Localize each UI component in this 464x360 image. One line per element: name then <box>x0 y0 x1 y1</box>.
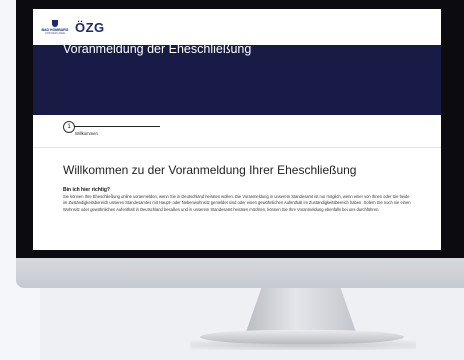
step-progress-line <box>74 126 160 127</box>
monitor-stand-base <box>200 330 404 344</box>
progress-stepper: 1 Willkommen <box>63 121 160 136</box>
device-mockup: BAD HOMBURG VOR DER HÖHE ÖZG Voranmeldun… <box>0 0 464 360</box>
ozg-logo[interactable]: ÖZG <box>75 20 105 35</box>
monitor-chin <box>16 258 464 288</box>
site-header: BAD HOMBURG VOR DER HÖHE ÖZG <box>33 9 441 45</box>
welcome-heading: Willkommen zu der Voranmeldung Ihrer Ehe… <box>63 163 357 177</box>
city-logo-subtitle: VOR DER HÖHE <box>44 31 66 35</box>
page-title: Voranmeldung der Eheschließung <box>63 42 252 56</box>
crest-icon <box>52 19 58 27</box>
step-label: Willkommen <box>75 131 98 136</box>
monitor-screen: BAD HOMBURG VOR DER HÖHE ÖZG Voranmeldun… <box>33 9 441 250</box>
monitor-stand-neck <box>246 288 356 332</box>
intro-paragraph: Sie können Ihre Eheschließung online vor… <box>63 194 411 212</box>
section-heading: Bin ich hier richtig? <box>63 187 110 193</box>
step-number[interactable]: 1 <box>63 121 75 133</box>
city-logo[interactable]: BAD HOMBURG VOR DER HÖHE <box>41 19 69 35</box>
